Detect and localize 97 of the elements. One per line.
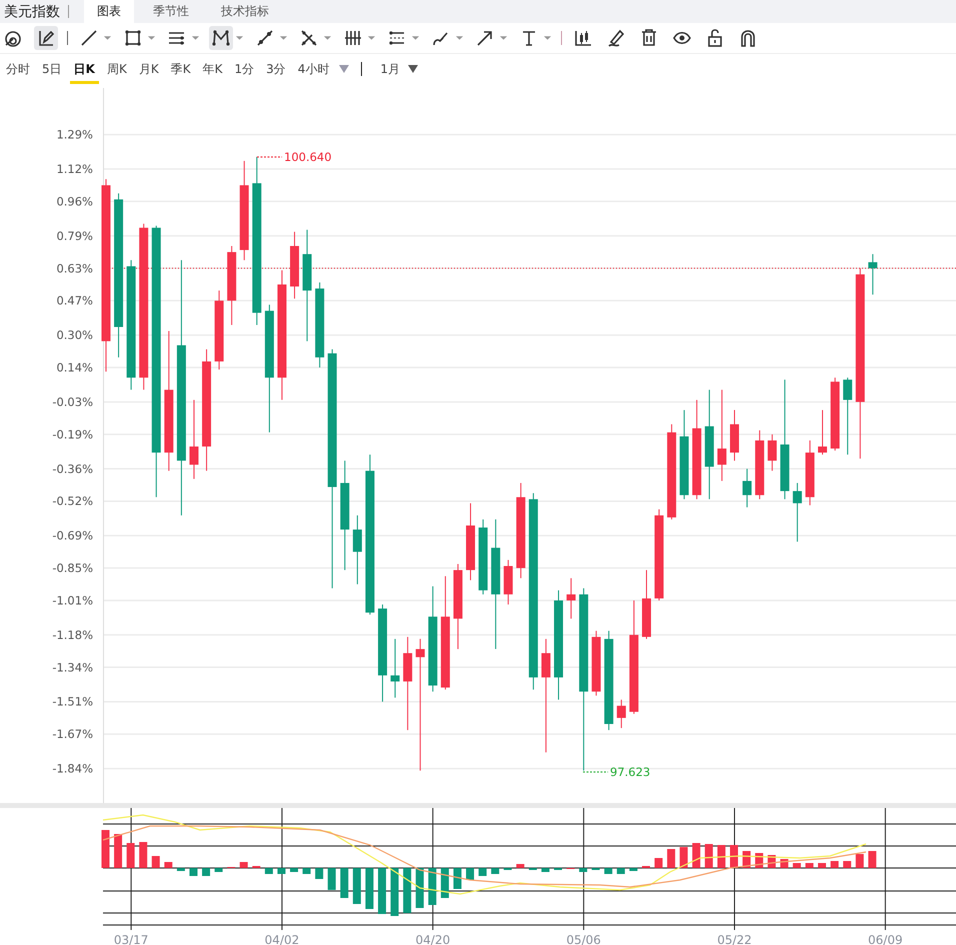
histogram-bar	[692, 843, 700, 868]
axis-label: 04/02	[264, 933, 300, 945]
histogram-bar	[164, 862, 172, 868]
histogram-bar	[378, 868, 386, 914]
period-tab[interactable]: 4小时	[294, 54, 334, 84]
period-tab[interactable]: 5日	[38, 54, 66, 84]
histogram-bar	[302, 868, 311, 874]
histogram-bar	[428, 868, 436, 905]
axis-label: -1.18%	[52, 628, 93, 642]
histogram-bar	[579, 868, 588, 872]
histogram-bar	[805, 863, 814, 868]
histogram-bar	[704, 844, 713, 868]
axis-label: -0.19%	[52, 427, 93, 442]
axis-label: 0.96%	[56, 194, 93, 208]
histogram-bar	[102, 830, 110, 868]
histogram-bar	[491, 868, 500, 874]
caret-icon[interactable]	[408, 65, 418, 73]
axis-label: -1.84%	[52, 762, 93, 776]
histogram-bar	[315, 868, 324, 879]
histogram-bar	[478, 868, 487, 876]
histogram-bar	[403, 868, 412, 913]
axis-label: 04/20	[416, 933, 450, 945]
histogram-bar	[214, 868, 223, 872]
axis-label: -0.52%	[52, 494, 93, 508]
histogram-bar	[277, 868, 286, 874]
period-tab[interactable]: 年K	[198, 54, 226, 84]
period-tab[interactable]: 3分	[262, 54, 290, 84]
histogram-bar	[114, 834, 122, 868]
axis-label: -1.51%	[52, 694, 93, 709]
range-dropdown[interactable]: 1月	[378, 60, 402, 78]
axis-label: -0.03%	[52, 394, 93, 409]
axis-label: -1.34%	[52, 660, 93, 674]
histogram-bar	[328, 868, 336, 890]
leader-line	[256, 156, 282, 158]
histogram-bar	[792, 863, 801, 868]
histogram-bar	[830, 861, 839, 868]
histogram-bar	[843, 861, 852, 868]
histogram-bar	[139, 842, 148, 868]
histogram-bar	[541, 868, 550, 872]
tab[interactable]: 图表	[84, 0, 134, 23]
histogram-bar	[629, 868, 638, 871]
histogram-bar	[240, 862, 248, 868]
axis-label: 05/22	[717, 933, 752, 945]
axis-label: 0.14%	[56, 360, 93, 375]
high-price-label: 100.640	[284, 150, 332, 164]
histogram-bar	[717, 845, 726, 868]
histogram-bar	[176, 868, 185, 871]
histogram-bar	[202, 868, 210, 876]
axis-label: -0.85%	[52, 561, 93, 576]
low-price-label: 97.623	[610, 765, 650, 779]
histogram-bar	[365, 868, 374, 909]
axis-label: 0.79%	[56, 228, 93, 243]
histogram-bar	[440, 868, 449, 898]
histogram-bar	[616, 868, 625, 874]
histogram-bar	[390, 868, 399, 916]
histogram-bar	[290, 868, 298, 872]
period-tab[interactable]: 月K	[134, 54, 163, 84]
page-title: 美元指数	[3, 2, 61, 20]
axis-label: 03/17	[114, 933, 148, 945]
period-tab[interactable]: 1分	[230, 54, 258, 84]
histogram-bar	[730, 845, 738, 868]
histogram-bar	[416, 868, 424, 908]
histogram-bar	[604, 868, 612, 874]
histogram-bar	[453, 868, 462, 889]
axis-label: 05/06	[566, 933, 601, 945]
axis-label: 06/09	[868, 933, 903, 945]
period-tab[interactable]: 分时	[2, 54, 34, 84]
axis-label: -0.69%	[52, 528, 93, 543]
histogram-bar	[264, 868, 273, 874]
axis-label: 0.63%	[56, 261, 93, 276]
axis-label: -1.01%	[52, 593, 93, 608]
histogram-bar	[340, 868, 348, 898]
tab[interactable]: 季节性	[140, 0, 202, 23]
histogram-bar	[818, 863, 826, 868]
axis-label: -1.67%	[52, 727, 93, 742]
histogram-bar	[126, 843, 135, 868]
tab[interactable]: 技术指标	[208, 0, 282, 23]
axis-label: 1.29%	[56, 128, 93, 142]
axis-label: 0.30%	[56, 328, 93, 342]
histogram-bar	[654, 858, 663, 868]
ruler-pencil-icon[interactable]	[34, 26, 58, 50]
axis-label: -0.36%	[52, 462, 93, 476]
histogram-bar	[190, 868, 198, 876]
period-tab[interactable]: 季K	[166, 54, 195, 84]
histogram-bar	[868, 851, 876, 868]
period-tab[interactable]: 周K	[102, 54, 131, 84]
histogram-bar	[152, 856, 160, 868]
histogram-bar	[516, 864, 524, 868]
period-tab[interactable]: 日K	[70, 54, 99, 84]
pattern-lines-icon[interactable]	[209, 26, 233, 50]
histogram-bar	[856, 854, 864, 868]
histogram-bar	[680, 847, 688, 868]
histogram-bar	[466, 868, 474, 880]
axis-label: 1.12%	[56, 162, 93, 176]
axis-label: 0.47%	[56, 294, 93, 308]
histogram-bar	[667, 849, 676, 868]
histogram-bar	[352, 868, 361, 904]
